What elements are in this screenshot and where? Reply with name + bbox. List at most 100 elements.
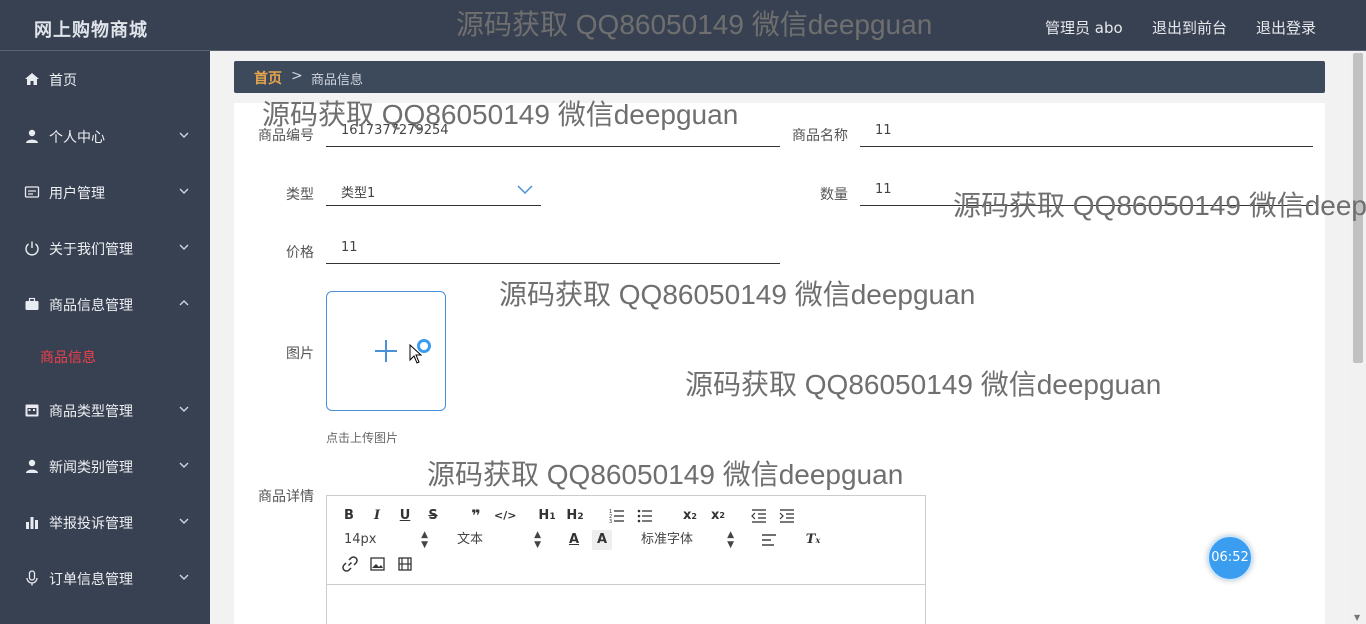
sidebar-item-about-us[interactable]: 关于我们管理 — [0, 228, 210, 268]
top-bar: 网上购物商城 管理员 abo 退出到前台 退出登录 — [0, 0, 1366, 54]
breadcrumb-current: 商品信息 — [311, 73, 364, 88]
underline-icon[interactable]: U — [395, 506, 415, 526]
sidebar-item-complaint-management[interactable]: 举报投诉管理 — [0, 502, 210, 542]
page-scrollbar[interactable]: ▼ — [1350, 51, 1366, 624]
sidebar-item-label: 商品信息管理 — [49, 298, 133, 314]
breadcrumb-home-link[interactable]: 首页 — [254, 68, 282, 88]
sidebar-item-personal-center[interactable]: 个人中心 — [0, 116, 210, 156]
sidebar-item-order-management[interactable]: 订单信息管理 — [0, 558, 210, 598]
exit-to-front-link[interactable]: 退出到前台 — [1148, 17, 1232, 54]
code-block-icon[interactable]: </> — [494, 506, 516, 526]
video-icon[interactable] — [398, 557, 412, 571]
sidebar-item-product-type-management[interactable]: 商品类型管理 — [0, 390, 210, 430]
exit-to-front-label: 退出到前台 — [1152, 19, 1228, 37]
quantity-label: 数量 — [820, 187, 848, 203]
chevron-up-icon — [179, 300, 189, 306]
sidebar-item-label: 用户管理 — [49, 186, 105, 202]
select-arrows-icon: ▲ ▼ — [534, 530, 541, 550]
power-icon — [25, 241, 39, 256]
main-content: 首页 > 商品信息 商品编号 1617377279254 商品名称 11 类型 … — [210, 51, 1350, 624]
mouse-cursor-icon — [409, 344, 423, 364]
product-detail-label: 商品详情 — [258, 489, 314, 505]
plus-icon — [375, 340, 397, 362]
sidebar-item-label: 举报投诉管理 — [49, 516, 133, 532]
sidebar-item-label: 新闻类别管理 — [49, 460, 133, 476]
type-label: 类型 — [286, 187, 314, 203]
type-select[interactable]: 类型1 — [326, 176, 541, 206]
scrollbar-thumb[interactable] — [1353, 53, 1363, 363]
clear-format-icon[interactable]: Tx — [803, 530, 823, 550]
sidebar: 首页 个人中心 用户管理 关于我们管理 商品信息管理 商品信息 商品类型管理 新… — [0, 51, 210, 624]
subscript-icon[interactable]: x2 — [679, 506, 701, 526]
chevron-down-icon — [179, 518, 189, 524]
sidebar-item-product-info-management[interactable]: 商品信息管理 — [0, 284, 210, 324]
floating-timer-badge[interactable]: 06:52 — [1207, 535, 1253, 581]
person-icon — [26, 459, 38, 473]
bar-chart-icon — [26, 517, 38, 529]
chevron-down-icon — [179, 462, 189, 468]
price-label: 价格 — [286, 245, 314, 261]
sidebar-item-user-management[interactable]: 用户管理 — [0, 172, 210, 212]
font-size-select[interactable]: 14px ▲ ▼ — [344, 530, 428, 550]
quantity-input[interactable]: 11 — [860, 176, 1313, 206]
bullet-list-icon[interactable] — [637, 508, 653, 524]
chevron-down-icon — [179, 188, 189, 194]
align-left-icon[interactable] — [761, 533, 777, 547]
scroll-down-arrow-icon[interactable]: ▼ — [1354, 613, 1360, 622]
sidebar-item-label: 商品类型管理 — [49, 404, 133, 420]
strikethrough-icon[interactable]: S — [423, 506, 443, 526]
logout-link[interactable]: 退出登录 — [1252, 17, 1321, 54]
sidebar-item-label: 首页 — [49, 73, 77, 89]
editor-toolbar: B I U S ❞ </> H1 H2 123 x2 x2 14px ▲ ▼ 文本 ▲… — [327, 496, 925, 585]
image-icon[interactable] — [370, 557, 385, 571]
breadcrumb-separator: > — [291, 68, 303, 84]
superscript-icon[interactable]: x2 — [707, 506, 729, 526]
home-icon — [25, 73, 39, 85]
calendar-icon — [25, 404, 39, 417]
price-input[interactable]: 11 — [326, 234, 780, 264]
italic-icon[interactable]: I — [367, 506, 387, 526]
font-size-value: 14px — [344, 532, 377, 547]
microphone-icon — [26, 570, 38, 586]
user-icon — [26, 129, 38, 143]
heading-1-icon[interactable]: H1 — [536, 506, 558, 526]
sidebar-item-label: 订单信息管理 — [49, 572, 133, 588]
outdent-icon[interactable] — [751, 508, 767, 524]
ordered-list-icon[interactable]: 123 — [609, 508, 625, 524]
sidebar-subitem-product-info[interactable]: 商品信息 — [40, 347, 96, 367]
brand-title: 网上购物商城 — [34, 20, 148, 41]
image-upload-button[interactable] — [326, 291, 446, 411]
admin-user-link[interactable]: 管理员 abo — [1041, 17, 1127, 54]
bold-icon[interactable]: B — [339, 506, 359, 526]
product-code-label: 商品编号 — [258, 128, 314, 144]
indent-icon[interactable] — [779, 508, 795, 524]
background-color-icon[interactable]: A — [592, 530, 612, 550]
text-style-select[interactable]: 文本 ▲ ▼ — [457, 530, 541, 550]
chevron-down-icon — [517, 185, 533, 195]
admin-user-label: 管理员 abo — [1045, 19, 1123, 37]
svg-text:3: 3 — [609, 519, 612, 524]
sidebar-item-news-category-management[interactable]: 新闻类别管理 — [0, 446, 210, 486]
sidebar-item-label: 关于我们管理 — [49, 242, 133, 258]
upload-tip: 点击上传图片 — [326, 431, 399, 445]
font-family-select[interactable]: 标准字体 ▲ ▼ — [641, 530, 734, 550]
chevron-down-icon — [179, 574, 189, 580]
image-label: 图片 — [286, 346, 314, 362]
logout-label: 退出登录 — [1256, 19, 1317, 37]
editor-content-area[interactable] — [327, 585, 925, 624]
heading-2-icon[interactable]: H2 — [564, 506, 586, 526]
product-code-input[interactable]: 1617377279254 — [326, 117, 780, 147]
select-arrows-icon: ▲ ▼ — [727, 530, 734, 550]
select-arrows-icon: ▲ ▼ — [421, 530, 428, 550]
product-name-input[interactable]: 11 — [860, 117, 1313, 147]
sidebar-item-home[interactable]: 首页 — [0, 59, 210, 99]
id-card-icon — [24, 186, 40, 198]
product-name-label: 商品名称 — [792, 128, 848, 144]
chevron-down-icon — [179, 406, 189, 412]
font-color-icon[interactable]: A — [564, 530, 584, 550]
link-icon[interactable] — [342, 556, 358, 572]
chevron-down-icon — [179, 244, 189, 250]
type-select-value: 类型1 — [341, 186, 376, 201]
blockquote-icon[interactable]: ❞ — [466, 506, 486, 526]
breadcrumb: 首页 > 商品信息 — [234, 61, 1325, 93]
